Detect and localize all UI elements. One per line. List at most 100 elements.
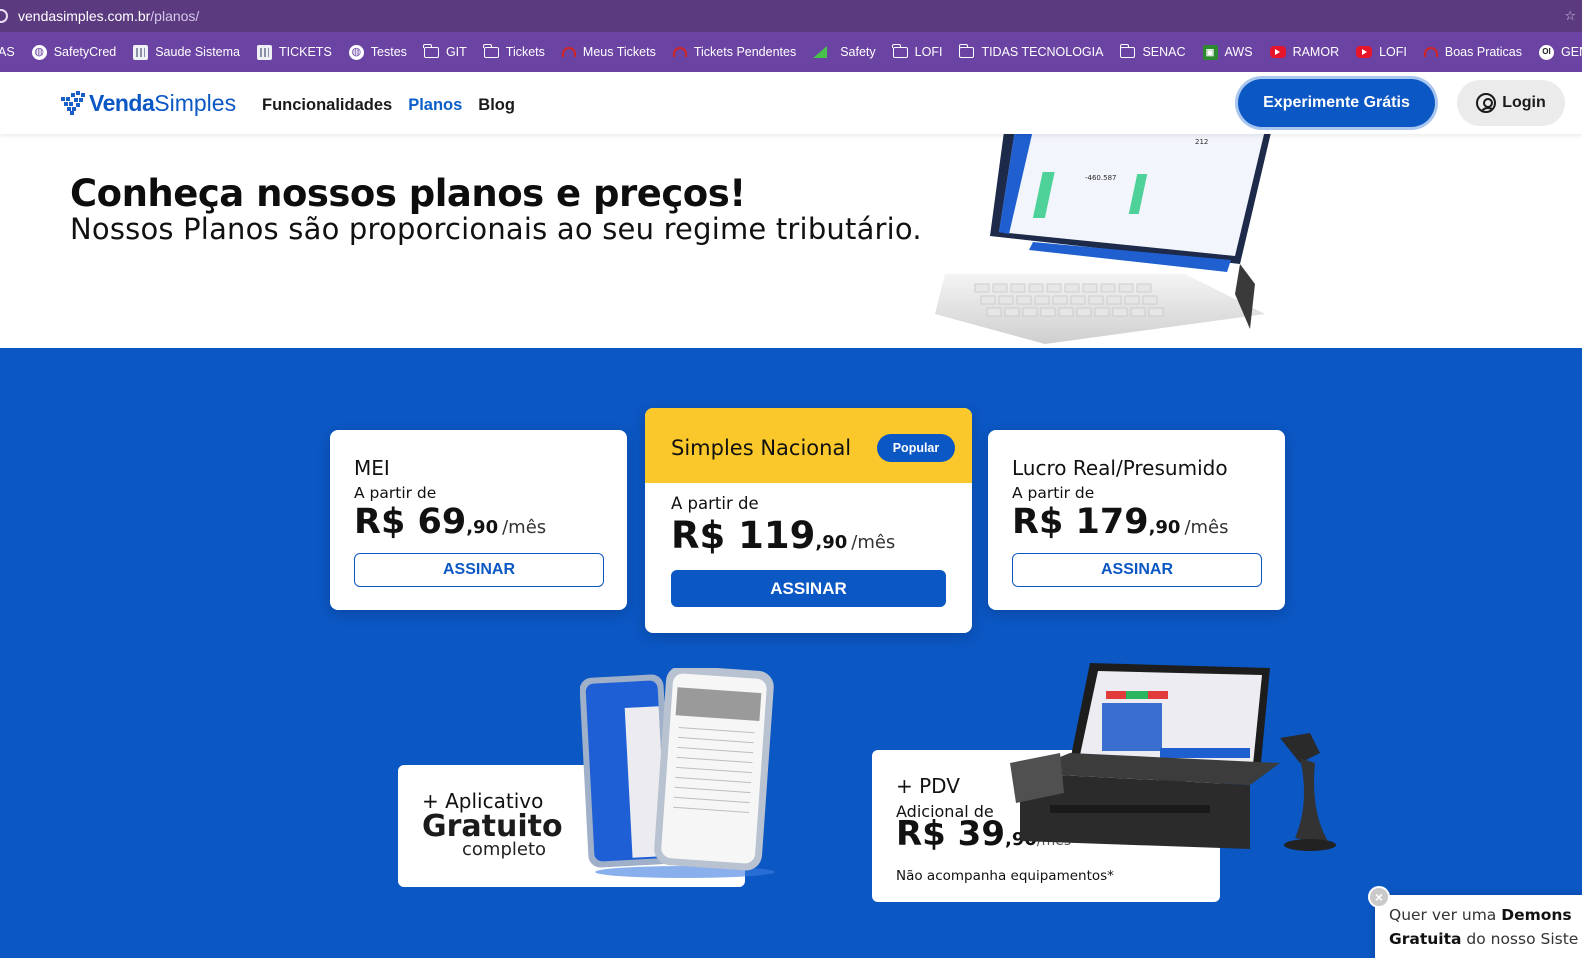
browser-url-bar[interactable]: vendasimples.com.br/planos/ ☆ [0, 0, 1582, 32]
bookmark-item[interactable]: LOFI [892, 43, 943, 59]
bookmark-item[interactable]: Meus Tickets [561, 45, 656, 59]
price-cents: ,90 [1148, 517, 1181, 538]
logo-text-bold: Venda [89, 89, 155, 116]
close-chat-icon[interactable]: × [1368, 886, 1390, 908]
globe-icon: ◍ [348, 44, 364, 60]
plan-from: A partir de [671, 494, 759, 513]
bookmark-item[interactable]: TICKETS [257, 44, 332, 60]
svg-text:212: 212 [1195, 138, 1208, 146]
bookmark-item[interactable]: ◍ SafetyCred [31, 44, 117, 60]
bookmark-item[interactable]: ▣ AWS [1202, 44, 1253, 60]
bookmark-item[interactable]: GIT [423, 43, 467, 59]
plan-card-mei: MEI A partir de R$ 69,90/mês ASSINAR [330, 430, 627, 610]
bookmark-item[interactable]: SENAC [1119, 43, 1186, 59]
chat-text: do nosso Siste [1461, 930, 1579, 948]
hero-section: Conheça nossos planos e preços! Nossos P… [0, 134, 1582, 348]
bookmarks-bar: AS ◍ SafetyCred Saude Sistema TICKETS ◍ Te… [0, 32, 1582, 72]
price-integer: R$ 39 [896, 814, 1005, 854]
nav-planos[interactable]: Planos [408, 96, 462, 115]
price-cents: ,90 [466, 517, 499, 538]
folder-icon [892, 43, 908, 58]
grid-icon [257, 44, 272, 60]
price-integer: R$ 119 [671, 514, 816, 557]
chat-text-bold: Gratuita [1389, 930, 1462, 948]
bookmark-label: Safety [840, 45, 876, 59]
bookmark-item[interactable]: Safety [813, 45, 876, 59]
youtube-icon [1356, 46, 1373, 58]
nav-blog[interactable]: Blog [478, 96, 515, 115]
youtube-icon [1269, 46, 1286, 58]
pdv-note: Não acompanha equipamentos* [896, 868, 1114, 884]
bookmark-item[interactable]: Boas Praticas [1423, 45, 1523, 59]
bookmark-item[interactable]: RAMOR [1269, 45, 1339, 59]
bookmark-item[interactable]: Saude Sistema [133, 44, 240, 60]
bookmark-item[interactable]: AS [0, 45, 15, 59]
subscribe-mei-button[interactable]: ASSINAR [354, 553, 604, 587]
url-host: vendasimples.com.br [18, 8, 151, 24]
bookmark-label: Testes [370, 45, 407, 59]
logo-text-light: Simples [154, 89, 237, 116]
bookmark-label: Tickets Pendentes [693, 45, 797, 59]
bookmark-label: TICKETS [279, 45, 332, 59]
bookmark-item[interactable]: Tickets Pendentes [672, 45, 797, 59]
bookmark-label: Meus Tickets [582, 45, 656, 59]
folder-icon [423, 43, 439, 58]
plan-card-simples-nacional: Simples Nacional Popular A partir de R$ … [645, 408, 972, 633]
pos-terminal-illustration [1010, 663, 1336, 851]
bookmark-item[interactable]: LOFI [1356, 45, 1407, 59]
logo-mark-icon [61, 91, 87, 115]
site-info-icon[interactable] [0, 9, 8, 23]
plan-card-lucro-real: Lucro Real/Presumido A partir de R$ 179,… [988, 430, 1285, 610]
plan-name: Lucro Real/Presumido [1012, 456, 1228, 480]
bookmark-item[interactable]: Tickets [483, 43, 545, 59]
bookmark-label: SafetyCred [53, 45, 117, 59]
url-path: /planos/ [150, 8, 200, 24]
price-integer: R$ 179 [1012, 502, 1149, 542]
bookmark-label: LOFI [1379, 45, 1407, 59]
price-integer: R$ 69 [354, 502, 467, 542]
subscribe-lucro-button[interactable]: ASSINAR [1012, 553, 1262, 587]
nav-funcionalidades[interactable]: Funcionalidades [262, 96, 392, 115]
plan-name: Simples Nacional [671, 436, 852, 460]
login-button[interactable]: Login [1457, 80, 1565, 126]
folder-icon [1119, 43, 1136, 58]
gen-ai-icon: OI [1539, 44, 1555, 60]
plan-name: MEI [354, 456, 390, 480]
price-cents: ,90 [815, 532, 848, 553]
pdv-title: + PDV [896, 774, 960, 798]
bookmark-label: GEN AI [1561, 45, 1582, 59]
plan-price: R$ 119,90/mês [671, 514, 895, 557]
bookmark-label: LOFI [914, 45, 943, 59]
tablet-illustration: -460.587 212 [935, 134, 1271, 344]
bookmark-item[interactable]: OI GEN AI [1539, 44, 1582, 60]
chat-widget[interactable]: Quer ver uma Demons Gratuita do nosso Si… [1375, 895, 1582, 958]
vendasimples-logo[interactable]: Venda Simples [61, 89, 236, 117]
subscribe-simples-button[interactable]: ASSINAR [671, 570, 946, 607]
plan-from: A partir de [1012, 484, 1095, 502]
plan-from: A partir de [354, 484, 437, 502]
folder-icon [958, 43, 975, 58]
price-period: /mês [851, 532, 896, 553]
price-period: /mês [1184, 517, 1229, 538]
price-period: /mês [502, 517, 547, 538]
popular-badge: Popular [877, 434, 955, 462]
aws-icon: ▣ [1202, 44, 1218, 60]
bookmark-label: Saude Sistema [155, 45, 240, 59]
bookmark-label: SENAC [1142, 45, 1186, 59]
bookmark-label: Boas Praticas [1444, 45, 1523, 59]
bookmark-label: TIDAS TECNOLOGIA [981, 45, 1104, 59]
bookmark-item[interactable]: ◍ Testes [348, 44, 407, 60]
svg-text:-460.587: -460.587 [1085, 174, 1116, 182]
plans-section: MEI A partir de R$ 69,90/mês ASSINAR Sim… [0, 348, 1582, 958]
bookmark-label: AS [0, 45, 15, 59]
globe-icon: ◍ [31, 44, 47, 60]
triangle-icon [813, 46, 828, 58]
bookmark-label: Tickets [505, 45, 545, 59]
chat-text: Quer ver uma [1389, 906, 1502, 924]
bookmark-item[interactable]: TIDAS TECNOLOGIA [958, 43, 1104, 59]
bookmark-star-icon[interactable]: ☆ [1564, 8, 1576, 24]
plan-price: R$ 179,90/mês [1012, 502, 1229, 542]
chat-text-bold: Demons [1501, 906, 1572, 924]
main-nav: Funcionalidades Planos Blog [262, 96, 515, 115]
free-trial-button[interactable]: Experimente Grátis [1238, 79, 1435, 127]
